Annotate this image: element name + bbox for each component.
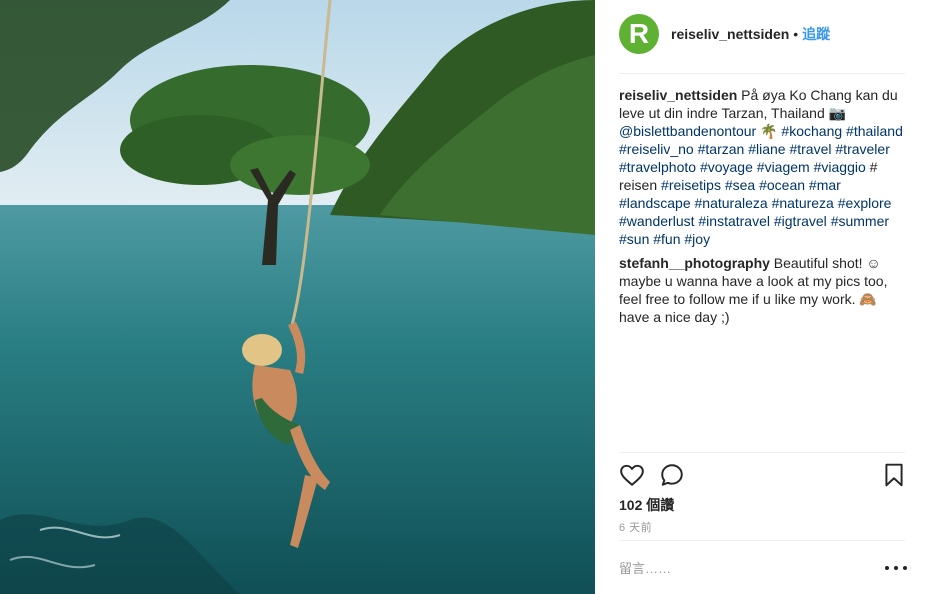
comments-list: reiseliv_nettsiden På øya Ko Chang kan d… [619, 86, 909, 332]
hashtag-link[interactable]: #viagem [757, 159, 810, 175]
hashtag-link[interactable]: #liane [748, 141, 785, 157]
post-timestamp[interactable]: 6 天前 [619, 519, 652, 535]
hashtag-link[interactable]: #ocean [759, 177, 805, 193]
comment-input[interactable] [619, 556, 869, 580]
hashtag-link[interactable]: #igtravel [774, 213, 827, 229]
heart-icon[interactable] [619, 462, 645, 488]
divider [619, 540, 905, 541]
comment-item: stefanh__photography Beautiful shot! ☺ m… [619, 254, 909, 326]
comment-username[interactable]: stefanh__photography [619, 255, 770, 271]
hashtag-link[interactable]: #travelphoto [619, 159, 696, 175]
hashtag-link[interactable]: #traveler [835, 141, 889, 157]
hashtag-link[interactable]: #voyage [700, 159, 753, 175]
post-detail-panel: R reiseliv_nettsiden • 追蹤 reiseliv_netts… [595, 0, 928, 594]
action-bar [619, 462, 909, 490]
hashtag-link[interactable]: #naturaleza [695, 195, 768, 211]
hashtag-link[interactable]: #sun [619, 231, 649, 247]
post-photo-image [0, 0, 595, 594]
bookmark-icon[interactable] [881, 462, 907, 488]
hashtag-group: #reisetips #sea #ocean #mar #landscape #… [619, 177, 891, 247]
hashtag-link[interactable]: #natureza [772, 195, 834, 211]
hashtag-link[interactable]: #reiseliv_no [619, 141, 694, 157]
comment-bubble-icon[interactable] [659, 462, 685, 488]
hashtag-link[interactable]: #explore [838, 195, 892, 211]
hashtag-link[interactable]: #summer [831, 213, 889, 229]
ellipsis-dot [894, 566, 898, 570]
hashtag-link[interactable]: #fun [653, 231, 680, 247]
divider [619, 452, 905, 453]
hashtag-link[interactable]: #instatravel [698, 213, 770, 229]
hashtag-link[interactable]: #mar [809, 177, 841, 193]
caption-username[interactable]: reiseliv_nettsiden [619, 87, 737, 103]
post-photo[interactable] [0, 0, 595, 594]
hashtag-link[interactable]: #joy [684, 231, 710, 247]
hashtag-link[interactable]: #wanderlust [619, 213, 695, 229]
divider [619, 73, 905, 74]
post-header: R reiseliv_nettsiden • 追蹤 [619, 14, 830, 54]
ellipsis-dot [885, 566, 889, 570]
caption: reiseliv_nettsiden På øya Ko Chang kan d… [619, 86, 909, 248]
hashtag-link[interactable]: #landscape [619, 195, 691, 211]
likes-count[interactable]: 102 個讚 [619, 495, 674, 515]
hashtag-link[interactable]: #sea [725, 177, 755, 193]
separator-dot: • [793, 26, 799, 42]
hashtag-link[interactable]: #reisetips [661, 177, 721, 193]
caption-mention[interactable]: @bislettbandenontour [619, 123, 756, 139]
hashtag-link[interactable]: #tarzan [698, 141, 745, 157]
ellipsis-icon[interactable] [885, 560, 907, 576]
hashtag-link[interactable]: #thailand [846, 123, 903, 139]
header-username[interactable]: reiseliv_nettsiden [671, 26, 789, 42]
hashtag-link[interactable]: #viaggio [814, 159, 866, 175]
palm-emoji: 🌴 [756, 123, 782, 139]
avatar[interactable]: R [619, 14, 659, 54]
follow-button[interactable]: 追蹤 [802, 24, 830, 44]
ellipsis-dot [903, 566, 907, 570]
hashtag-link[interactable]: #kochang [781, 123, 842, 139]
hashtag-link[interactable]: #travel [789, 141, 831, 157]
